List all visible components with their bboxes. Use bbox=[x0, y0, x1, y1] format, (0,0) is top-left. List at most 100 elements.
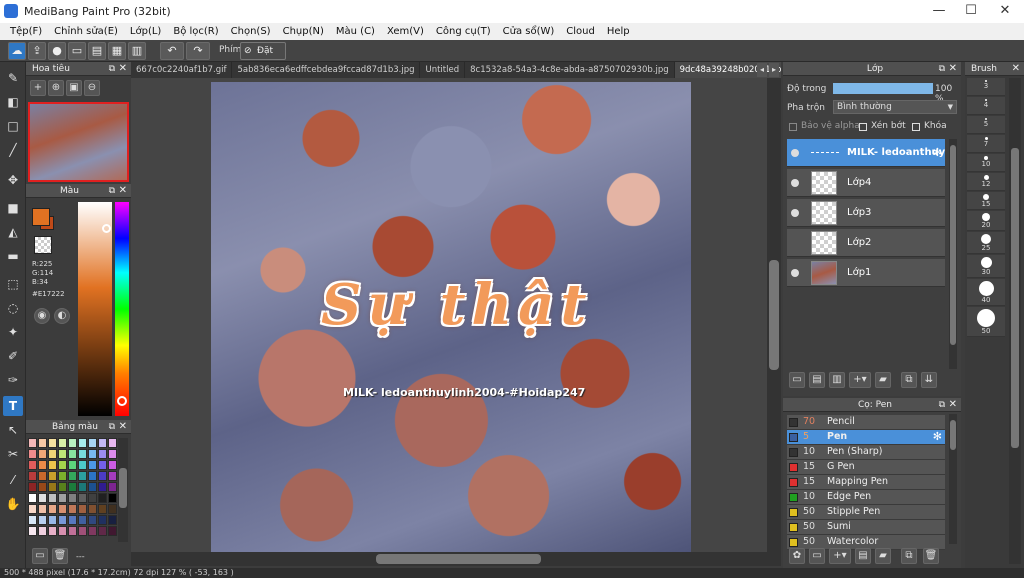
palette-swatch[interactable] bbox=[58, 482, 67, 492]
palette-swatch[interactable] bbox=[98, 526, 107, 536]
close-icon[interactable]: ✕ bbox=[119, 62, 127, 76]
brush-size-cell[interactable]: 4 bbox=[967, 97, 1005, 115]
brush-tool-icon[interactable]: ✎ bbox=[3, 68, 23, 88]
palette-swatch[interactable] bbox=[108, 471, 117, 481]
new-brush-icon[interactable]: ▭ bbox=[809, 548, 825, 564]
palette-swatch[interactable] bbox=[68, 526, 77, 536]
layer-row[interactable]: Lớp4 bbox=[787, 169, 945, 197]
trash-icon[interactable]: 🗑 bbox=[923, 548, 939, 564]
brush-doc-icon[interactable]: ▤ bbox=[855, 548, 871, 564]
palette-swatch[interactable] bbox=[108, 493, 117, 503]
palette-swatch[interactable] bbox=[48, 460, 57, 470]
brush-size-cell[interactable]: 30 bbox=[967, 255, 1005, 278]
grid-icon[interactable]: ▥ bbox=[128, 42, 146, 60]
select-pen-icon[interactable]: ✐ bbox=[3, 346, 23, 366]
clip-checkbox[interactable] bbox=[859, 123, 867, 131]
palette-swatch[interactable] bbox=[98, 515, 107, 525]
palette-swatch[interactable] bbox=[68, 471, 77, 481]
palette-swatch[interactable] bbox=[58, 493, 67, 503]
eye-icon[interactable] bbox=[791, 149, 799, 157]
layer-row[interactable]: Lớp2 bbox=[787, 229, 945, 257]
palette-swatch[interactable] bbox=[68, 449, 77, 459]
bucket-tool-icon[interactable]: ◭ bbox=[3, 222, 23, 242]
menu-window[interactable]: Cửa sổ(W) bbox=[497, 26, 561, 37]
menu-layer[interactable]: Lớp(L) bbox=[124, 26, 167, 37]
tab-scroll-right-icon[interactable]: ▸ bbox=[769, 63, 779, 77]
palette-swatch[interactable] bbox=[98, 449, 107, 459]
reset-button[interactable]: ⊘ Đặt lại bbox=[240, 42, 286, 72]
palette-swatch[interactable] bbox=[98, 493, 107, 503]
palette-swatch[interactable] bbox=[68, 438, 77, 448]
zoom-in-icon[interactable]: + bbox=[30, 80, 46, 96]
palette-swatch[interactable] bbox=[108, 504, 117, 514]
eye-icon[interactable] bbox=[791, 269, 799, 277]
layer-scrollbar[interactable] bbox=[949, 139, 957, 369]
layers-icon[interactable]: ▦ bbox=[108, 42, 126, 60]
palette-swatch[interactable] bbox=[28, 493, 37, 503]
redo-button[interactable]: ↷ bbox=[186, 42, 210, 60]
message-icon[interactable]: ▭ bbox=[68, 42, 86, 60]
palette-scrollbar[interactable] bbox=[118, 438, 128, 542]
new-palette-icon[interactable]: ▭ bbox=[32, 548, 48, 564]
palette-swatch[interactable] bbox=[38, 504, 47, 514]
layer-row[interactable]: Lớp3 bbox=[787, 199, 945, 227]
close-icon[interactable]: ✕ bbox=[119, 184, 127, 198]
tab-document[interactable]: 5ab836eca6edffcebdea9fccad87d1b3.jpg bbox=[232, 62, 421, 78]
brush-size-cell[interactable]: 50 bbox=[967, 307, 1005, 337]
layer-row[interactable]: MILK- ledoanthuy ✻ bbox=[787, 139, 945, 167]
palette-swatch[interactable] bbox=[98, 482, 107, 492]
palette-swatch[interactable] bbox=[88, 460, 97, 470]
palette-swatch[interactable] bbox=[58, 471, 67, 481]
canvas-vertical-scrollbar[interactable] bbox=[767, 78, 781, 552]
duplicate-brush-icon[interactable]: ⧉ bbox=[901, 548, 917, 564]
move-tool-icon[interactable]: ✥ bbox=[3, 170, 23, 190]
palette-swatch[interactable] bbox=[78, 515, 87, 525]
duplicate-layer-icon[interactable]: ⧉ bbox=[901, 372, 917, 388]
brush-row[interactable]: 50 Stipple Pen bbox=[787, 505, 945, 520]
protect-alpha-checkbox[interactable] bbox=[789, 123, 797, 131]
add-layer-dropdown-icon[interactable]: +▾ bbox=[849, 372, 871, 388]
palette-swatch[interactable] bbox=[68, 493, 77, 503]
brush-size-cell[interactable]: 5 bbox=[967, 116, 1005, 134]
palette-swatch[interactable] bbox=[108, 449, 117, 459]
palette-swatch[interactable] bbox=[88, 449, 97, 459]
transparent-swatch[interactable] bbox=[34, 236, 52, 254]
close-icon[interactable]: ✕ bbox=[1012, 62, 1020, 76]
popout-icon[interactable]: ⧉ bbox=[109, 420, 115, 434]
palette-swatch[interactable] bbox=[78, 493, 87, 503]
divide-tool-icon[interactable]: ✂ bbox=[3, 444, 23, 464]
new-layer-icon[interactable]: ▭ bbox=[789, 372, 805, 388]
gear-icon[interactable]: ✻ bbox=[933, 430, 942, 443]
palette-icon[interactable]: ◉ bbox=[34, 308, 50, 324]
palette-swatch[interactable] bbox=[98, 438, 107, 448]
palette-swatch[interactable] bbox=[108, 526, 117, 536]
folder-icon[interactable]: ▰ bbox=[875, 548, 891, 564]
brush-row[interactable]: 15 Mapping Pen bbox=[787, 475, 945, 490]
color-gradient-field[interactable] bbox=[78, 202, 112, 416]
zoom-out-icon[interactable]: ⊖ bbox=[84, 80, 100, 96]
palette-swatch[interactable] bbox=[108, 460, 117, 470]
brush-size-cell[interactable]: 3 bbox=[967, 78, 1005, 96]
hand-tool-icon[interactable]: ✋ bbox=[3, 494, 23, 514]
color-picker-icon[interactable]: ◐ bbox=[54, 308, 70, 324]
palette-swatch[interactable] bbox=[28, 515, 37, 525]
palette-swatch[interactable] bbox=[58, 504, 67, 514]
close-icon[interactable]: ✕ bbox=[119, 420, 127, 434]
palette-swatch[interactable] bbox=[78, 504, 87, 514]
tab-document[interactable]: 8c1532a8-54a3-4c8e-abda-a8750702930b.jpg bbox=[465, 62, 675, 78]
select-eraser-icon[interactable]: ✑ bbox=[3, 370, 23, 390]
palette-swatch[interactable] bbox=[38, 515, 47, 525]
gear-icon[interactable]: ✻ bbox=[933, 146, 942, 159]
popout-icon[interactable]: ⧉ bbox=[109, 184, 115, 198]
palette-swatch[interactable] bbox=[88, 493, 97, 503]
line-tool-icon[interactable]: ╱ bbox=[3, 140, 23, 160]
zoom-in-icon[interactable]: ⊕ bbox=[48, 80, 64, 96]
palette-swatch[interactable] bbox=[78, 526, 87, 536]
brush-size-cell[interactable]: 40 bbox=[967, 279, 1005, 306]
navigator-preview[interactable] bbox=[28, 102, 129, 182]
select-rect-icon[interactable]: ⬚ bbox=[3, 274, 23, 294]
palette-swatch[interactable] bbox=[48, 471, 57, 481]
primary-color-swatch[interactable] bbox=[32, 208, 50, 226]
new-halftone-layer-icon[interactable]: ▤ bbox=[809, 372, 825, 388]
palette-swatch[interactable] bbox=[48, 449, 57, 459]
